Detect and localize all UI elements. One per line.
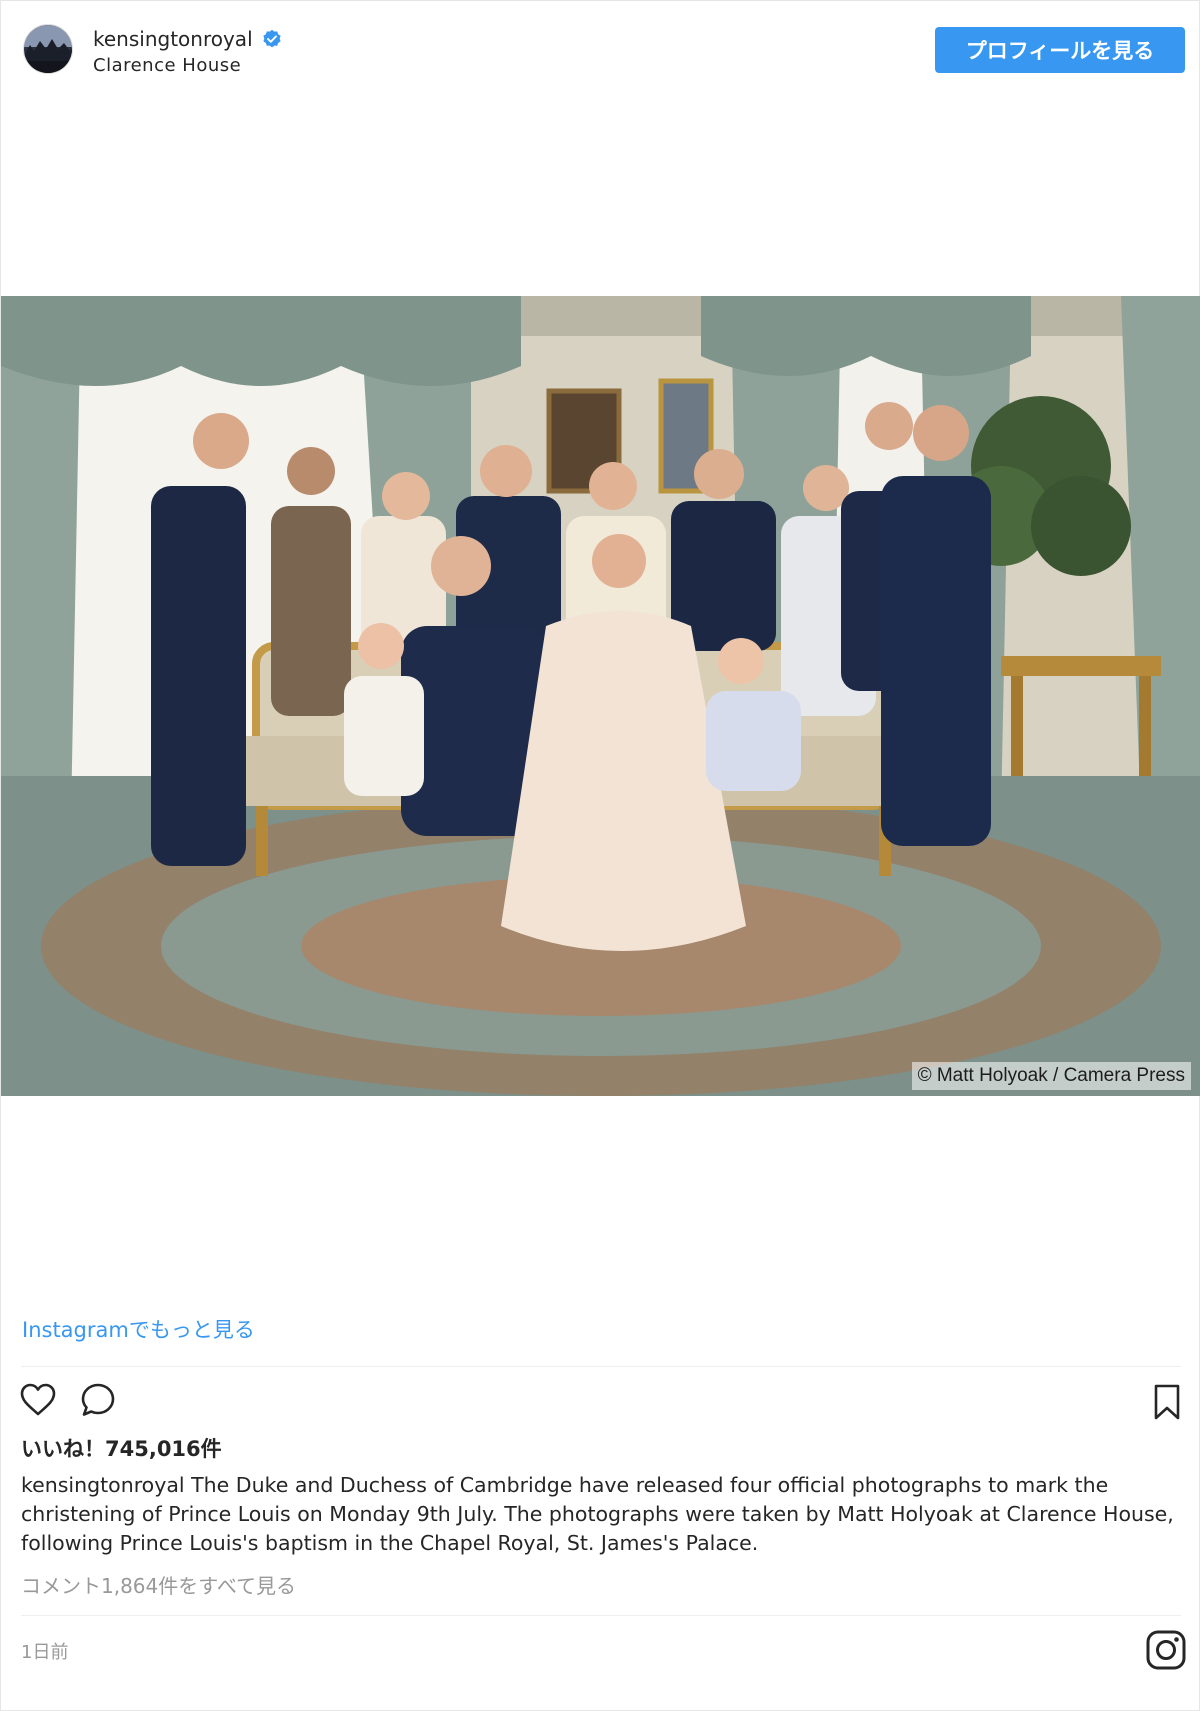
verified-badge-icon — [263, 29, 281, 48]
heart-icon[interactable] — [19, 1381, 57, 1419]
username-row: kensingtonroyal — [93, 25, 282, 53]
photo-credit: © Matt Holyoak / Camera Press — [911, 1062, 1191, 1090]
comment-icon[interactable] — [79, 1381, 117, 1419]
post-header: kensingtonroyal Clarence House プロフィールを見る — [1, 1, 1199, 101]
post-caption: kensingtonroyal The Duke and Duchess of … — [21, 1471, 1186, 1558]
action-bar — [19, 1381, 117, 1421]
profile-avatar[interactable] — [23, 24, 73, 74]
divider — [21, 1366, 1181, 1367]
family-portrait-image — [1, 296, 1200, 1096]
caption-text: The Duke and Duchess of Cambridge have r… — [21, 1473, 1174, 1555]
view-all-comments-link[interactable]: コメント1,864件をすべて見る — [21, 1570, 296, 1599]
view-profile-button[interactable]: プロフィールを見る — [935, 27, 1185, 73]
post-photo[interactable]: © Matt Holyoak / Camera Press — [1, 296, 1200, 1096]
instagram-embed-card: kensingtonroyal Clarence House プロフィールを見る — [0, 0, 1200, 1711]
username-link[interactable]: kensingtonroyal — [93, 27, 253, 51]
divider — [21, 1615, 1181, 1616]
instagram-logo-icon[interactable] — [1145, 1629, 1187, 1671]
like-count[interactable]: いいね！745,016件 — [21, 1433, 222, 1463]
view-more-on-instagram-link[interactable]: Instagramでもっと見る — [22, 1314, 255, 1344]
bookmark-icon[interactable] — [1149, 1383, 1185, 1421]
post-timestamp[interactable]: 1日前 — [21, 1638, 68, 1664]
location-link[interactable]: Clarence House — [93, 55, 241, 76]
caption-username-link[interactable]: kensingtonroyal — [21, 1473, 185, 1497]
